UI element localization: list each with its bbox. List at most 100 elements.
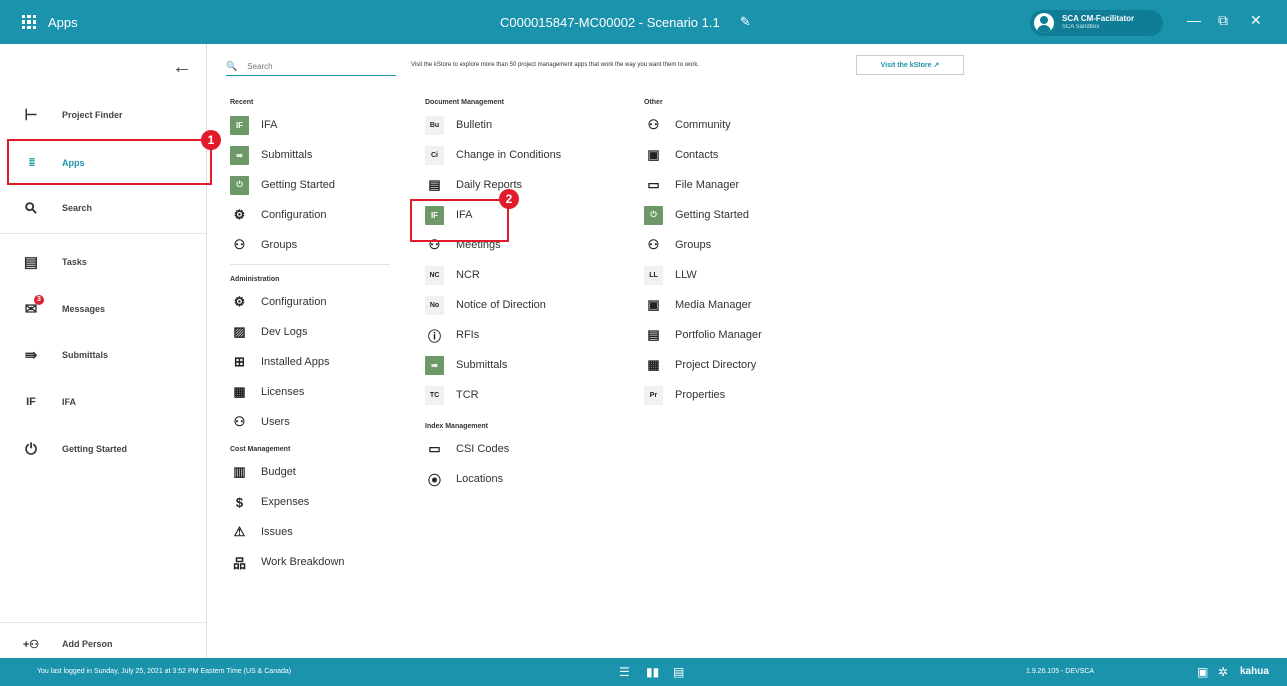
app-label: Configuration <box>261 209 327 221</box>
sidebar-item-project-finder[interactable]: ⊢ Project Finder <box>0 95 207 135</box>
app-link-properties[interactable]: Pr Properties <box>644 380 762 410</box>
app-link-getting-started[interactable]: ⏻ Getting Started <box>644 200 762 230</box>
search-box[interactable]: 🔍 <box>226 58 396 76</box>
brand-name: kahua <box>1240 666 1269 677</box>
app-link-notice-of-direction[interactable]: No Notice of Direction <box>425 290 561 320</box>
app-label: Getting Started <box>261 179 335 191</box>
app-label: RFIs <box>456 329 480 341</box>
app-link-portfolio-manager[interactable]: ▤ Portfolio Manager <box>644 320 761 350</box>
sidebar-item-label: IFA <box>62 397 77 407</box>
app-link-users[interactable]: ⚇ Users <box>230 407 390 437</box>
other-app-list: ⚇ Community ▣ Contacts ▭ File Manager ⏻ Getting… <box>644 110 762 410</box>
groups-icon: ⚇ <box>233 237 246 252</box>
app-link-contacts[interactable]: ▣ Contacts <box>644 140 762 170</box>
document-view-icon[interactable]: ▤ <box>673 665 684 679</box>
app-label: File Manager <box>675 179 740 191</box>
app-label: Users <box>261 416 290 428</box>
project-finder-icon: ⊢ <box>24 107 38 124</box>
search-input[interactable] <box>247 62 368 71</box>
app-link-licenses[interactable]: ▦ Licenses <box>230 377 390 407</box>
app-link-installed-apps[interactable]: ⊞ Installed Apps <box>230 347 390 377</box>
calendar-icon[interactable]: ▣ <box>1197 665 1208 679</box>
app-link-configuration[interactable]: ⚙ Configuration <box>230 200 390 230</box>
app-link-issues[interactable]: ⚠ Issues <box>230 517 390 547</box>
column-view-icon[interactable]: ▮▮ <box>646 665 659 679</box>
back-arrow-icon[interactable]: ← <box>172 56 192 79</box>
app-link-community[interactable]: ⚇ Community <box>644 110 762 140</box>
app-link-bulletin[interactable]: Bu Bulletin <box>425 110 561 140</box>
list-view-icon[interactable]: ☰ <box>619 665 630 679</box>
app-link-llw[interactable]: LL LLW <box>644 260 762 290</box>
app-link-groups[interactable]: ⚇ Groups <box>644 230 762 260</box>
configuration-icon: ⚙ <box>233 294 246 309</box>
restore-icon[interactable]: ⧉ <box>1218 12 1228 29</box>
sidebar-divider <box>0 233 207 234</box>
sidebar-item-search[interactable]: ⚲ Search <box>0 188 207 228</box>
app-link-rfis[interactable]: ⓘ RFIs <box>425 320 561 350</box>
app-link-submittals[interactable]: ⇛ Submittals <box>230 140 390 170</box>
app-link-getting-started[interactable]: ⏻ Getting Started <box>230 170 390 200</box>
app-label: Notice of Direction <box>456 299 546 311</box>
app-link-media-manager[interactable]: ▣ Media Manager <box>644 290 762 320</box>
user-info: SCA CM-Facilitator SCA Sandbox <box>1062 14 1134 32</box>
sidebar-item-label: Messages <box>62 304 106 314</box>
properties-icon: Pr <box>644 385 663 405</box>
sidebar-item-messages[interactable]: ✉ 3 Messages <box>0 289 207 329</box>
ncr-icon: NC <box>425 265 444 285</box>
kahua-logo-icon: ✲ <box>1218 665 1229 679</box>
visit-kstore-button[interactable]: Visit the kStore ↗ <box>856 55 964 75</box>
sidebar-item-ifa[interactable]: IF IFA <box>0 382 207 422</box>
column-recent-admin-cost: Recent IF IFA ⇛ Submittals ⏻ Getting Started ⚙… <box>230 96 390 577</box>
app-link-daily-reports[interactable]: ▤ Daily Reports <box>425 170 561 200</box>
sidebar: ← ⊢ Project Finder ⁞⁞⁞ Apps ⚲ Search ▤ T… <box>0 44 207 658</box>
user-menu[interactable]: SCA CM-Facilitator SCA Sandbox <box>1030 10 1163 36</box>
getting-started-icon: ⏻ <box>644 205 663 225</box>
app-link-work-breakdown[interactable]: 品 Work Breakdown <box>230 547 390 577</box>
app-link-budget[interactable]: ▥ Budget <box>230 457 390 487</box>
app-label: IFA <box>261 119 278 131</box>
app-link-submittals[interactable]: ⇛ Submittals <box>425 350 561 380</box>
sidebar-divider <box>0 622 207 623</box>
ifa-icon: IF <box>26 396 36 408</box>
status-bar: You last logged in Sunday, July 25, 2021… <box>0 658 1287 686</box>
contacts-icon: ▣ <box>647 147 660 162</box>
app-link-ifa[interactable]: IF IFA <box>230 110 390 140</box>
media-manager-icon: ▣ <box>647 297 660 312</box>
close-icon[interactable]: ✕ <box>1250 12 1262 29</box>
app-label: NCR <box>456 269 480 281</box>
app-link-change-in-conditions[interactable]: Ci Change in Conditions <box>425 140 561 170</box>
submittals-icon: ⇛ <box>425 355 444 375</box>
sidebar-item-submittals[interactable]: ⇛ Submittals <box>0 335 207 375</box>
app-label: Issues <box>261 526 293 538</box>
app-link-project-directory[interactable]: ▦ Project Directory <box>644 350 762 380</box>
expenses-icon: $ <box>235 494 244 510</box>
configuration-icon: ⚙ <box>233 207 246 222</box>
groups-icon: ⚇ <box>647 237 660 252</box>
index-app-list: ▭ CSI Codes ⦿ Locations <box>425 434 561 494</box>
submittals-icon: ⇛ <box>24 347 38 364</box>
app-link-csi-codes[interactable]: ▭ CSI Codes <box>425 434 561 464</box>
app-link-tcr[interactable]: TC TCR <box>425 380 561 410</box>
app-link-ncr[interactable]: NC NCR <box>425 260 561 290</box>
sidebar-item-tasks[interactable]: ▤ Tasks <box>0 242 207 282</box>
app-label: Getting Started <box>675 209 749 221</box>
edit-pencil-icon[interactable]: ✎ <box>740 14 751 30</box>
kstore-message: Visit the kStore to explore more than 50… <box>411 62 700 68</box>
section-title-recent: Recent <box>230 99 254 106</box>
app-link-locations[interactable]: ⦿ Locations <box>425 464 561 494</box>
project-directory-icon: ▦ <box>647 357 660 372</box>
app-label: Installed Apps <box>261 356 330 368</box>
sidebar-item-label: Submittals <box>62 350 109 360</box>
app-label: Contacts <box>675 149 719 161</box>
apps-menu-button[interactable]: Apps <box>22 15 78 30</box>
app-link-configuration[interactable]: ⚙ Configuration <box>230 287 390 317</box>
minimize-icon[interactable]: — <box>1187 12 1201 28</box>
app-link-dev-logs[interactable]: ▨ Dev Logs <box>230 317 390 347</box>
sidebar-item-getting-started[interactable]: ⏻ Getting Started <box>0 429 207 469</box>
ifa-icon: IF <box>230 115 249 135</box>
app-label: Community <box>675 119 731 131</box>
app-label: Submittals <box>456 359 508 371</box>
app-link-groups[interactable]: ⚇ Groups <box>230 230 390 260</box>
app-link-file-manager[interactable]: ▭ File Manager <box>644 170 762 200</box>
app-link-expenses[interactable]: $ Expenses <box>230 487 390 517</box>
